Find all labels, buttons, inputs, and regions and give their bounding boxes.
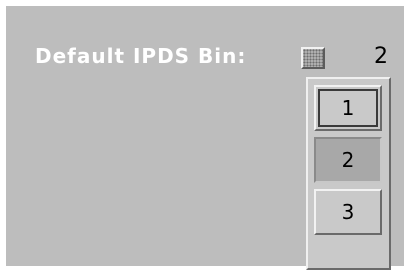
dialog-background: Default IPDS Bin: 2 1 2 3 xyxy=(6,6,404,270)
current-bin-value: 2 xyxy=(374,44,388,69)
bin-option-menu: 1 2 3 xyxy=(306,77,391,270)
default-ipds-bin-label: Default IPDS Bin: xyxy=(35,44,247,68)
menu-option-1[interactable]: 1 xyxy=(314,85,382,131)
menu-option-3[interactable]: 3 xyxy=(314,189,382,235)
option-menu-button-icon[interactable] xyxy=(301,47,325,69)
menu-option-2[interactable]: 2 xyxy=(314,137,382,183)
